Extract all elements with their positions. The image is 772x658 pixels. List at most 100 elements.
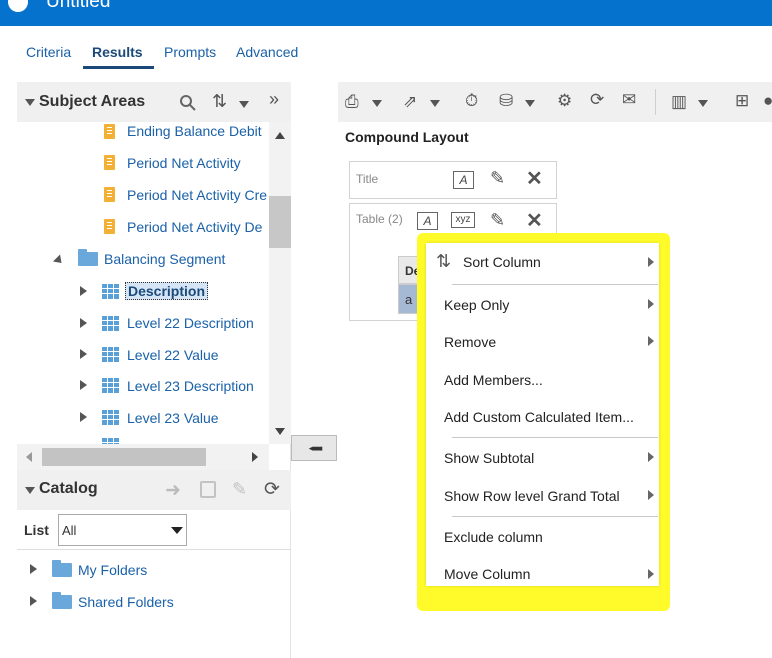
scroll-left-icon[interactable] xyxy=(26,452,32,462)
submenu-arrow-icon xyxy=(648,336,654,346)
divider xyxy=(17,549,291,550)
refresh-icon[interactable]: ⟳ xyxy=(264,478,280,501)
expand-chevron-icon[interactable] xyxy=(80,349,87,359)
tree-item-level-22-value[interactable]: Level 22 Value xyxy=(127,347,219,363)
menu-item-exclude-column[interactable]: Exclude column xyxy=(444,529,543,545)
tree-item-balancing-segment[interactable]: Balancing Segment xyxy=(104,251,225,267)
tab-prompts[interactable]: Prompts xyxy=(164,44,216,60)
submenu-arrow-icon xyxy=(648,452,654,462)
pane-splitter-handle[interactable]: ◂◂◂◂◂◂◂ xyxy=(291,435,337,461)
toolbar-separator xyxy=(655,89,656,115)
properties-icon[interactable]: ⚙ xyxy=(557,91,572,111)
email-icon[interactable]: ✉ xyxy=(622,90,636,110)
schedule-icon[interactable]: ⏱ xyxy=(465,91,478,111)
sort-icon[interactable]: ⇅ xyxy=(212,91,227,112)
menu-item-keep-only[interactable]: Keep Only xyxy=(444,297,509,313)
submenu-arrow-icon xyxy=(648,299,654,309)
expand-chevron-icon[interactable] xyxy=(80,286,87,296)
edit-pencil-icon[interactable]: ✎ xyxy=(490,168,505,189)
copy-icon[interactable] xyxy=(200,481,216,498)
export-icon[interactable]: ⇗ xyxy=(403,92,417,112)
folder-icon xyxy=(52,592,72,609)
tab-criteria[interactable]: Criteria xyxy=(26,44,71,60)
edit-pencil-icon[interactable]: ✎ xyxy=(232,479,247,500)
catalog-shared-folders[interactable]: Shared Folders xyxy=(78,594,174,610)
tree-item-level-23-description[interactable]: Level 23 Description xyxy=(127,378,254,394)
scroll-down-icon[interactable] xyxy=(275,428,285,435)
list-dropdown[interactable]: All xyxy=(58,514,187,546)
collapse-subject-areas-icon[interactable] xyxy=(25,99,35,106)
column-icon xyxy=(102,378,119,393)
print-menu-chevron-down-icon[interactable] xyxy=(372,100,382,107)
scroll-up-icon[interactable] xyxy=(275,132,285,139)
tree-item-period-net-activity-de[interactable]: Period Net Activity De xyxy=(127,219,269,235)
dropdown-chevron-down-icon[interactable] xyxy=(171,527,183,534)
catalog-title: Catalog xyxy=(39,480,98,497)
subject-areas-title: Subject Areas xyxy=(39,93,146,110)
compound-layout-heading: Compound Layout xyxy=(345,129,469,145)
tree-item-level-23-value[interactable]: Level 23 Value xyxy=(127,410,219,426)
folder-icon xyxy=(78,249,98,266)
horizontal-scroll-thumb[interactable] xyxy=(42,448,206,466)
tree-item-period-net-activity[interactable]: Period Net Activity xyxy=(127,155,241,171)
close-icon[interactable]: ✕ xyxy=(526,208,543,233)
measure-icon xyxy=(104,219,115,234)
tree-item-level-22-description[interactable]: Level 22 Description xyxy=(127,315,254,331)
app-header-bar xyxy=(0,0,772,26)
expand-chevron-icon[interactable] xyxy=(30,564,37,574)
menu-item-show-subtotal[interactable]: Show Subtotal xyxy=(444,450,534,466)
export-menu-chevron-down-icon[interactable] xyxy=(430,100,440,107)
data-source-icon[interactable]: ⛁ xyxy=(499,91,513,111)
edit-pencil-icon[interactable]: ✎ xyxy=(490,210,505,231)
title-view-label: Title xyxy=(356,172,379,186)
collapse-pane-icon[interactable]: » xyxy=(269,89,279,110)
list-label: List xyxy=(24,522,49,538)
new-view-icon[interactable]: ▥ xyxy=(671,92,687,112)
search-icon[interactable] xyxy=(180,95,196,111)
more-icon[interactable]: ● xyxy=(763,91,772,111)
refresh-icon[interactable]: ⟳ xyxy=(590,90,604,110)
data-menu-chevron-down-icon[interactable] xyxy=(525,100,535,107)
scroll-right-icon[interactable] xyxy=(252,452,258,462)
expand-chevron-icon[interactable] xyxy=(80,380,87,390)
catalog-my-folders[interactable]: My Folders xyxy=(78,562,147,578)
tab-results[interactable]: Results xyxy=(92,44,143,60)
collapse-catalog-icon[interactable] xyxy=(25,487,35,494)
folder-icon xyxy=(52,560,72,577)
active-tab-indicator xyxy=(83,66,154,69)
menu-separator xyxy=(452,284,658,285)
vertical-scrollbar[interactable] xyxy=(269,122,291,444)
window-title: Untitled xyxy=(46,0,111,12)
new-view-chevron-down-icon[interactable] xyxy=(698,100,708,107)
tree-item-description-selected[interactable]: Description xyxy=(125,282,209,300)
menu-item-add-custom-calculated-item[interactable]: Add Custom Calculated Item... xyxy=(444,409,634,425)
tree-item-ending-balance-debit[interactable]: Ending Balance Debit xyxy=(127,123,262,139)
tab-advanced[interactable]: Advanced xyxy=(236,44,298,60)
expand-chevron-icon[interactable] xyxy=(80,318,87,328)
add-icon[interactable]: ⊞ xyxy=(735,91,749,111)
column-icon xyxy=(102,316,119,331)
close-icon[interactable]: ✕ xyxy=(526,166,543,191)
move-arrow-icon[interactable]: ➜ xyxy=(165,479,181,502)
menu-item-remove[interactable]: Remove xyxy=(444,334,496,350)
menu-item-show-row-level-grand-total[interactable]: Show Row level Grand Total xyxy=(444,488,620,504)
measure-icon xyxy=(104,124,115,139)
expand-chevron-icon[interactable] xyxy=(80,412,87,422)
tree-item-period-net-activity-cr[interactable]: Period Net Activity Cre xyxy=(127,187,269,203)
column-icon xyxy=(102,410,119,425)
measure-icon xyxy=(104,187,115,202)
submenu-arrow-icon xyxy=(648,257,654,267)
format-text-icon[interactable]: A xyxy=(417,212,438,230)
xyz-format-icon[interactable]: xyz xyxy=(451,212,475,228)
sort-menu-chevron-down-icon[interactable] xyxy=(239,101,249,108)
print-icon[interactable]: ⎙ xyxy=(345,92,359,112)
submenu-arrow-icon xyxy=(648,569,654,579)
format-text-icon[interactable]: A xyxy=(453,171,474,189)
column-icon xyxy=(102,284,119,299)
expand-chevron-icon[interactable] xyxy=(30,596,37,606)
menu-item-move-column[interactable]: Move Column xyxy=(444,566,530,582)
menu-item-add-members[interactable]: Add Members... xyxy=(444,372,543,388)
vertical-scroll-thumb[interactable] xyxy=(269,196,291,248)
menu-item-sort-column[interactable]: Sort Column xyxy=(463,254,541,270)
submenu-arrow-icon xyxy=(648,490,654,500)
